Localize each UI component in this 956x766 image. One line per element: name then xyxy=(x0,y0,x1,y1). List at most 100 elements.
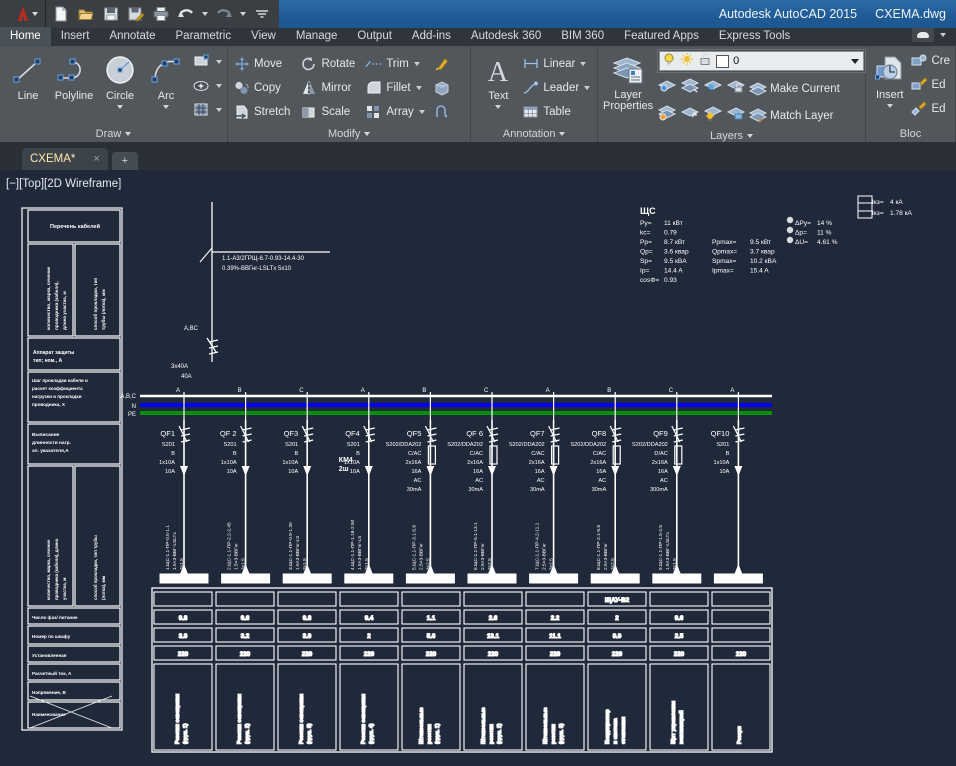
annotation-text-button[interactable]: A Text xyxy=(476,50,520,109)
layer-properties-button[interactable]: Layer Properties xyxy=(603,49,653,112)
make-current-button[interactable]: Make Current xyxy=(749,77,840,101)
layer-freeze-icon[interactable] xyxy=(680,52,694,71)
save-as-icon[interactable] xyxy=(125,3,147,25)
layer-color-swatch[interactable] xyxy=(716,55,729,68)
modify-array-button[interactable]: Array xyxy=(365,100,424,124)
modify-explode-button[interactable] xyxy=(433,100,451,124)
layer-isolate-icon[interactable] xyxy=(657,77,677,101)
tab-output[interactable]: Output xyxy=(347,27,402,46)
drawing-canvas[interactable]: [−][Top][2D Wireframe] xyxy=(0,170,956,766)
edit-block-button[interactable]: Ed xyxy=(910,73,950,97)
redo-dropdown-icon[interactable] xyxy=(238,3,248,25)
layer-control-combo[interactable]: 0 xyxy=(659,51,864,71)
svg-text:Щит управления: Щит управления xyxy=(671,701,677,744)
layer-thaw-icon[interactable] xyxy=(703,104,723,128)
cloud-icon[interactable] xyxy=(912,28,934,42)
layer-unlock-icon[interactable] xyxy=(726,104,746,128)
draw-polyline-button[interactable]: Polyline xyxy=(51,50,97,102)
annotation-linear-button[interactable]: Linear xyxy=(522,52,590,76)
text-dropdown-icon[interactable] xyxy=(495,105,501,109)
edit-attribute-button[interactable]: Ed xyxy=(910,97,950,121)
tab-annotate[interactable]: Annotate xyxy=(99,27,165,46)
plot-icon[interactable] xyxy=(150,3,172,25)
breaker-spec: C/AC xyxy=(593,451,606,457)
new-tab-button[interactable]: + xyxy=(112,152,138,170)
draw-line-button[interactable]: Line xyxy=(5,50,51,102)
tab-manage[interactable]: Manage xyxy=(286,27,348,46)
modify-stretch-button[interactable]: Stretch xyxy=(233,100,290,124)
modify-fillet-button[interactable]: Fillet xyxy=(365,76,424,100)
polyline-icon xyxy=(55,52,93,90)
modify-scale-button[interactable]: Scale xyxy=(300,100,355,124)
undo-dropdown-icon[interactable] xyxy=(200,3,210,25)
insert-block-button[interactable]: Insert xyxy=(871,49,908,108)
info-label: Qp= xyxy=(640,249,653,256)
layer-freeze-tool-icon[interactable] xyxy=(703,77,723,101)
draw-hatch-gradient-button[interactable] xyxy=(193,74,222,98)
annotation-leader-button[interactable]: Leader xyxy=(522,76,590,100)
create-block-label: Cre xyxy=(931,55,950,67)
match-layer-button[interactable]: Match Layer xyxy=(749,104,833,128)
tab-express-tools[interactable]: Express Tools xyxy=(709,27,800,46)
tab-add-ins[interactable]: Add-ins xyxy=(402,27,461,46)
outgoing-circuits: AQF1S201B1x10A10A1.ЩС-1.1-ПР-0.5-1.11.5×… xyxy=(159,388,762,583)
array-dropdown-icon[interactable] xyxy=(419,110,425,114)
modify-rotate-button[interactable]: Rotate xyxy=(300,52,355,76)
ribbon-options-dropdown-icon[interactable] xyxy=(938,24,948,46)
layer-combo-dropdown-icon[interactable] xyxy=(851,59,859,64)
tab-featured-apps[interactable]: Featured Apps xyxy=(614,27,709,46)
tab-autodesk-360[interactable]: Autodesk 360 xyxy=(461,27,551,46)
layer-lock-tool-icon[interactable] xyxy=(726,77,746,101)
tab-insert[interactable]: Insert xyxy=(51,27,100,46)
new-icon[interactable] xyxy=(50,3,72,25)
modify-3d-button[interactable] xyxy=(433,76,451,100)
layer-lock-icon[interactable] xyxy=(698,52,712,71)
linear-dropdown-icon[interactable] xyxy=(580,62,586,66)
annotation-table-label: Table xyxy=(543,106,571,118)
modify-match-properties-button[interactable] xyxy=(433,52,451,76)
draw-arc-button[interactable]: Arc xyxy=(143,50,189,109)
tab-view[interactable]: View xyxy=(241,27,286,46)
close-icon[interactable]: × xyxy=(93,153,99,165)
panel-draw-title[interactable]: Draw xyxy=(0,126,227,142)
modify-mirror-button[interactable]: Mirror xyxy=(300,76,355,100)
undo-icon[interactable] xyxy=(175,3,197,25)
document-tab-cxema[interactable]: CXEMA* × xyxy=(22,148,108,170)
layer-on-icon[interactable] xyxy=(662,52,676,71)
tab-home[interactable]: Home xyxy=(0,27,51,46)
modify-copy-button[interactable]: Copy xyxy=(233,76,290,100)
circle-dropdown-icon[interactable] xyxy=(117,105,123,109)
panel-annotation-title[interactable]: Annotation xyxy=(471,126,597,142)
info-label: cosΦ= xyxy=(640,277,660,284)
svg-text:1.5×3-ВВГ-LSLTx: 1.5×3-ВВГ-LSLTx xyxy=(172,532,178,570)
redo-icon[interactable] xyxy=(213,3,235,25)
svg-text:Штепсельные: Штепсельные xyxy=(419,707,425,744)
save-icon[interactable] xyxy=(100,3,122,25)
tab-bim-360[interactable]: BIM 360 xyxy=(551,27,614,46)
trim-dropdown-icon[interactable] xyxy=(414,62,420,66)
arc-dropdown-icon[interactable] xyxy=(163,105,169,109)
leader-dropdown-icon[interactable] xyxy=(584,86,590,90)
ellipse-dropdown-icon[interactable] xyxy=(216,84,222,88)
layer-unisolate-icon[interactable] xyxy=(680,77,700,101)
layer-merge-icon[interactable] xyxy=(680,104,700,128)
cable-label: 2.ЩС-1.1-ПР-2.2-2.45 xyxy=(227,522,233,570)
hatch-dropdown-icon[interactable] xyxy=(216,108,222,112)
qat-more-icon[interactable] xyxy=(251,3,273,25)
draw-hatch-button[interactable] xyxy=(193,98,222,122)
application-menu-button[interactable] xyxy=(0,0,46,28)
fillet-dropdown-icon[interactable] xyxy=(416,86,422,90)
layer-off-icon[interactable] xyxy=(657,104,677,128)
info-value: 4 кА xyxy=(890,199,903,206)
tab-parametric[interactable]: Parametric xyxy=(166,27,242,46)
modify-move-button[interactable]: Move xyxy=(233,52,290,76)
open-icon[interactable] xyxy=(75,3,97,25)
annotation-table-button[interactable]: Table xyxy=(522,100,590,124)
draw-rectangle-button[interactable] xyxy=(193,50,222,74)
modify-trim-button[interactable]: Trim xyxy=(365,52,424,76)
create-block-button[interactable]: Cre xyxy=(910,49,950,73)
panel-modify-title[interactable]: Modify xyxy=(228,126,470,142)
insert-dropdown-icon[interactable] xyxy=(887,104,893,108)
rectangle-dropdown-icon[interactable] xyxy=(216,60,222,64)
draw-circle-button[interactable]: Circle xyxy=(97,50,143,109)
